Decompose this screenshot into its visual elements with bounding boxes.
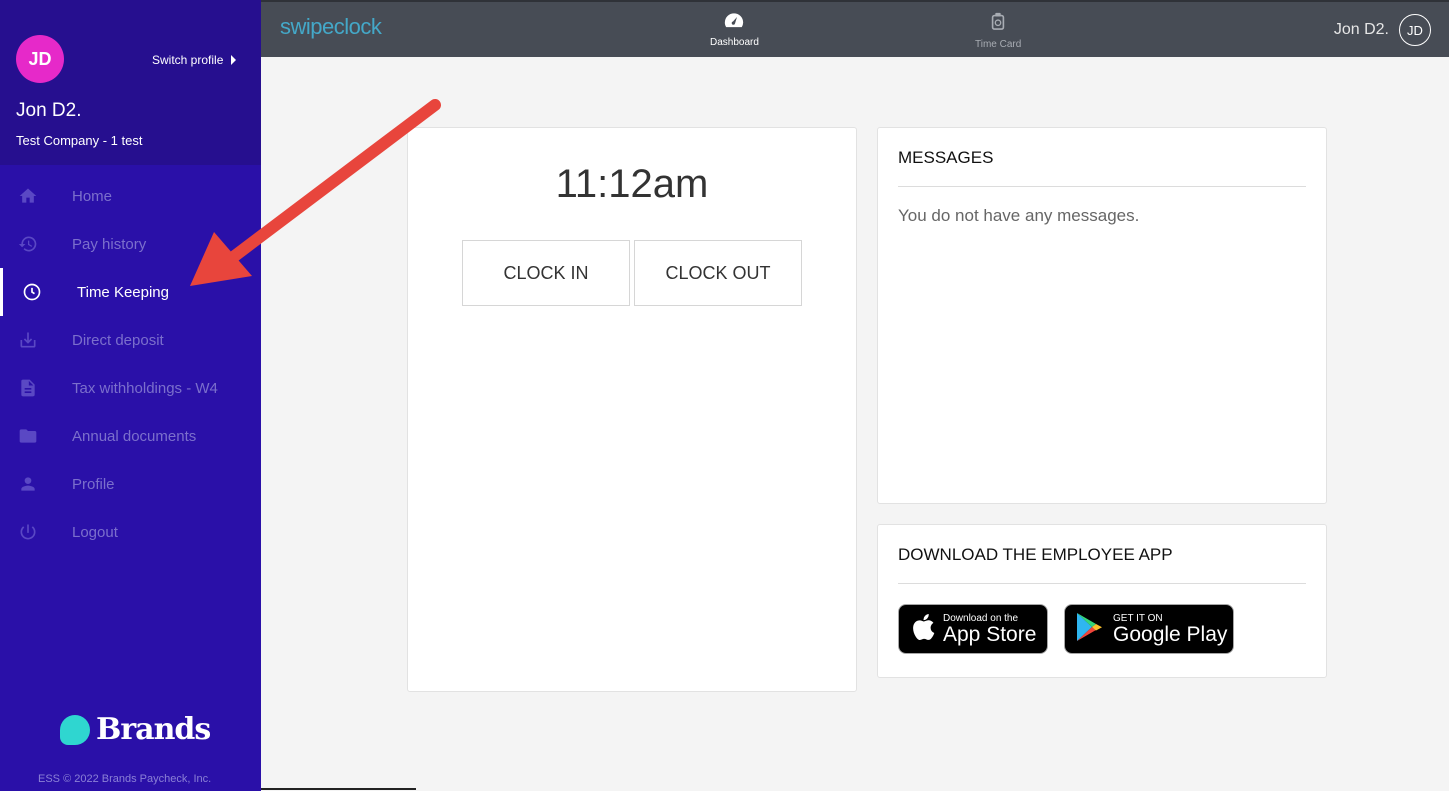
sidebar-item-profile[interactable]: Profile xyxy=(0,460,261,508)
folder-icon xyxy=(18,426,38,446)
timecard-icon xyxy=(990,12,1006,35)
company-name: Test Company - 1 test xyxy=(16,133,143,148)
sidebar-item-label: Home xyxy=(72,187,113,205)
sidebar-item-label: Pay history xyxy=(72,235,147,253)
switch-profile-label: Switch profile xyxy=(152,53,224,67)
sidebar-item-label: Time Keeping xyxy=(77,283,169,301)
google-play-text: GET IT ON Google Play xyxy=(1113,613,1227,646)
clock-card: 11:12am CLOCK IN CLOCK OUT xyxy=(407,127,857,692)
app-store-big-label: App Store xyxy=(943,622,1037,646)
messages-empty-text: You do not have any messages. xyxy=(898,206,1140,225)
top-user-name: Jon D2. xyxy=(1333,21,1389,38)
sidebar-nav: Home Pay history Time Keeping Direct dep… xyxy=(0,172,261,556)
sidebar-item-time-keeping[interactable]: Time Keeping xyxy=(0,268,261,316)
sidebar-item-home[interactable]: Home xyxy=(0,172,261,220)
power-icon xyxy=(18,522,38,542)
home-icon xyxy=(18,186,38,206)
caret-right-icon xyxy=(231,55,237,65)
speech-bubble-icon xyxy=(60,714,90,745)
sidebar: JD Switch profile Jon D2. Test Company -… xyxy=(0,0,261,791)
app-download-title: DOWNLOAD THE EMPLOYEE APP xyxy=(898,545,1173,564)
dashboard-icon xyxy=(724,12,744,33)
avatar: JD xyxy=(1399,14,1431,46)
sidebar-item-pay-history[interactable]: Pay history xyxy=(0,220,261,268)
google-play-big-label: Google Play xyxy=(1113,622,1228,646)
sidebar-item-label: Annual documents xyxy=(72,427,197,445)
person-icon xyxy=(18,474,38,494)
app-store-button[interactable]: Download on the App Store xyxy=(898,604,1048,654)
current-time: 11:12am xyxy=(555,162,709,206)
sidebar-item-label: Direct deposit xyxy=(72,331,164,349)
clock-icon xyxy=(22,282,42,302)
top-bar: swipeclock Dashboard Time Card Jon D2. J… xyxy=(261,0,1449,57)
download-icon xyxy=(18,330,38,350)
brand-name: Brands xyxy=(96,712,211,747)
sidebar-item-label: Profile xyxy=(72,475,115,493)
google-play-icon xyxy=(1075,611,1105,648)
tab-time-card[interactable]: Time Card xyxy=(975,12,1021,50)
app-download-card: DOWNLOAD THE EMPLOYEE APP Download on th… xyxy=(877,524,1327,678)
document-icon xyxy=(18,378,38,398)
apple-icon xyxy=(911,613,935,646)
user-menu[interactable]: Jon D2. JD xyxy=(1334,14,1431,46)
app-store-text: Download on the App Store xyxy=(943,613,1036,646)
messages-card: MESSAGES You do not have any messages. xyxy=(877,127,1327,504)
tab-dashboard[interactable]: Dashboard xyxy=(710,12,759,48)
divider xyxy=(898,583,1306,584)
user-name: Jon D2. xyxy=(16,100,82,121)
sidebar-item-label: Logout xyxy=(72,523,118,541)
google-play-button[interactable]: GET IT ON Google Play xyxy=(1064,604,1234,654)
sidebar-item-annual-documents[interactable]: Annual documents xyxy=(0,412,261,460)
avatar[interactable]: JD xyxy=(16,35,64,83)
switch-profile-button[interactable]: Switch profile xyxy=(152,53,237,67)
divider xyxy=(898,186,1306,187)
tab-label: Dashboard xyxy=(710,37,759,48)
sidebar-item-label: Tax withholdings - W4 xyxy=(72,379,218,397)
profile-header: JD Switch profile Jon D2. Test Company -… xyxy=(0,0,261,165)
brands-logo: Brands xyxy=(60,712,211,747)
sidebar-item-tax-withholdings[interactable]: Tax withholdings - W4 xyxy=(0,364,261,412)
divider xyxy=(261,788,416,790)
google-play-small-label: GET IT ON xyxy=(1113,612,1163,624)
app-store-small-label: Download on the xyxy=(943,612,1019,624)
sidebar-item-direct-deposit[interactable]: Direct deposit xyxy=(0,316,261,364)
copyright-footer: ESS © 2022 Brands Paycheck, Inc. xyxy=(38,773,212,785)
clock-out-button[interactable]: CLOCK OUT xyxy=(634,240,802,306)
tab-label: Time Card xyxy=(975,39,1022,50)
sidebar-item-logout[interactable]: Logout xyxy=(0,508,261,556)
messages-title: MESSAGES xyxy=(898,148,994,167)
clock-in-button[interactable]: CLOCK IN xyxy=(462,240,630,306)
history-icon xyxy=(18,234,38,254)
swipeclock-logo[interactable]: swipeclock xyxy=(280,14,382,40)
